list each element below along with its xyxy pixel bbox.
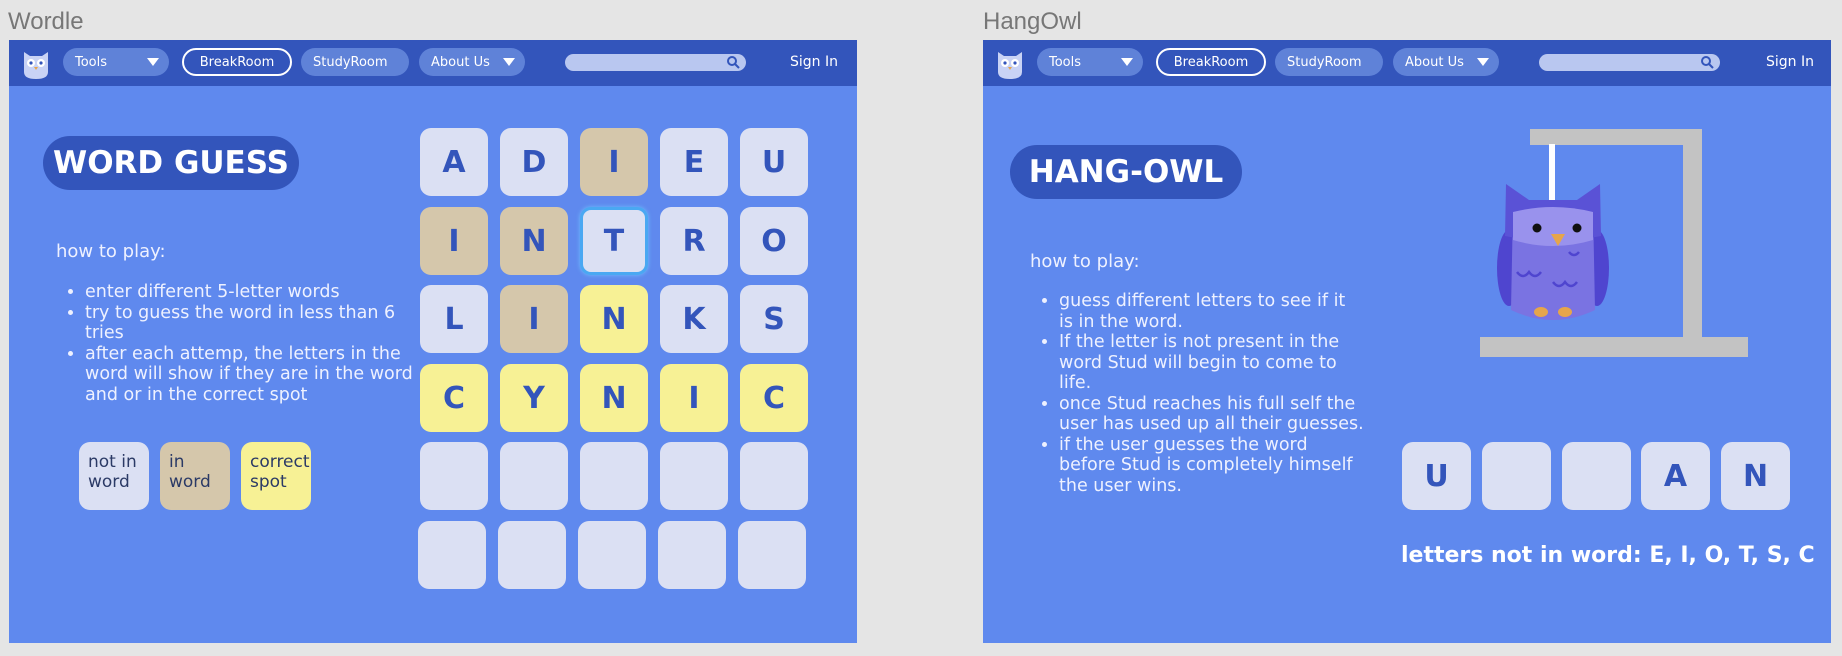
grid-tile-empty: [658, 521, 726, 589]
rule-item: if the user guesses the word before Stud…: [1059, 435, 1364, 497]
about-label: About Us: [1405, 54, 1464, 70]
grid-tile-empty: [420, 442, 488, 510]
search-input[interactable]: [565, 54, 746, 71]
grid-tile: C: [740, 364, 808, 432]
grid-tile-empty: [418, 521, 486, 589]
grid-tile-focused[interactable]: T: [580, 207, 648, 275]
about-dropdown[interactable]: About Us: [419, 48, 525, 76]
grid-tile: I: [580, 128, 648, 196]
chevron-down-icon: [1121, 58, 1133, 66]
gallows-base: [1480, 337, 1748, 357]
frame-label-hangowl: HangOwl: [983, 8, 1082, 35]
grid-tile-empty: [578, 521, 646, 589]
frame-label-wordle: Wordle: [8, 8, 84, 35]
tools-label: Tools: [75, 54, 108, 70]
grid-tile: K: [660, 285, 728, 353]
grid-tile: A: [420, 128, 488, 196]
rule-item: try to guess the word in less than 6 tri…: [85, 303, 415, 344]
gallows-top-beam: [1530, 129, 1702, 145]
breakroom-button[interactable]: BreakRoom: [1156, 48, 1266, 76]
page-title: WORD GUESS: [43, 136, 299, 190]
chevron-down-icon: [1477, 58, 1489, 66]
tools-label: Tools: [1049, 54, 1082, 70]
grid-tile: N: [500, 207, 568, 275]
hangowl-screen: Tools BreakRoom StudyRoom About Us Sign …: [983, 40, 1831, 643]
studyroom-label: StudyRoom: [313, 54, 388, 70]
owl-icon: [1497, 184, 1609, 320]
word-slot: [1562, 442, 1631, 510]
grid-tile: D: [500, 128, 568, 196]
breakroom-label: BreakRoom: [1173, 54, 1249, 70]
search-input[interactable]: [1539, 54, 1720, 71]
grid-tile: I: [660, 364, 728, 432]
navbar: Tools BreakRoom StudyRoom About Us Sign …: [9, 40, 857, 86]
how-to-play-heading: how to play:: [1030, 251, 1140, 272]
navbar: Tools BreakRoom StudyRoom About Us Sign …: [983, 40, 1831, 86]
tools-dropdown[interactable]: Tools: [1037, 48, 1143, 76]
about-label: About Us: [431, 54, 490, 70]
grid-tile-empty: [500, 442, 568, 510]
grid-tile: S: [740, 285, 808, 353]
rule-item: guess different letters to see if it is …: [1059, 291, 1364, 332]
grid-tile: N: [580, 285, 648, 353]
search-icon: [1701, 56, 1714, 69]
grid-tile: L: [420, 285, 488, 353]
rule-item: after each attemp, the letters in the wo…: [85, 344, 415, 406]
page-title: HANG-OWL: [1010, 145, 1242, 199]
owl-logo-icon[interactable]: [995, 46, 1025, 80]
studyroom-button[interactable]: StudyRoom: [1275, 48, 1383, 76]
about-dropdown[interactable]: About Us: [1393, 48, 1499, 76]
tools-dropdown[interactable]: Tools: [63, 48, 169, 76]
legend-correct-spot: correct spot: [241, 442, 311, 510]
letters-not-in-word: letters not in word: E, I, O, T, S, C: [1401, 543, 1815, 568]
breakroom-button[interactable]: BreakRoom: [182, 48, 292, 76]
grid-tile: C: [420, 364, 488, 432]
grid-tile: U: [740, 128, 808, 196]
wordle-screen: Tools BreakRoom StudyRoom About Us Sign …: [9, 40, 857, 643]
rule-item: once Stud reaches his full self the user…: [1059, 394, 1364, 435]
rule-item: If the letter is not present in the word…: [1059, 332, 1364, 394]
grid-tile: I: [420, 207, 488, 275]
grid-tile-empty: [738, 521, 806, 589]
grid-tile-empty: [660, 442, 728, 510]
word-slot: A: [1641, 442, 1710, 510]
grid-tile: Y: [500, 364, 568, 432]
grid-tile-empty: [498, 521, 566, 589]
legend-in-word: in word: [160, 442, 230, 510]
rules-list: enter different 5-letter words try to gu…: [55, 282, 415, 405]
word-slot: N: [1721, 442, 1790, 510]
search-icon: [727, 56, 740, 69]
studyroom-label: StudyRoom: [1287, 54, 1362, 70]
grid-tile: O: [740, 207, 808, 275]
studyroom-button[interactable]: StudyRoom: [301, 48, 409, 76]
word-slot: U: [1402, 442, 1471, 510]
rule-item: enter different 5-letter words: [85, 282, 415, 303]
word-slot: [1482, 442, 1551, 510]
grid-tile: R: [660, 207, 728, 275]
gallows-post: [1683, 129, 1702, 353]
sign-in-link[interactable]: Sign In: [790, 54, 838, 70]
how-to-play-heading: how to play:: [56, 241, 166, 262]
grid-tile: N: [580, 364, 648, 432]
legend-not-in-word: not in word: [79, 442, 149, 510]
owl-logo-icon[interactable]: [21, 46, 51, 80]
grid-tile: E: [660, 128, 728, 196]
breakroom-label: BreakRoom: [199, 54, 275, 70]
chevron-down-icon: [503, 58, 515, 66]
sign-in-link[interactable]: Sign In: [1766, 54, 1814, 70]
gallows-illustration: [1480, 129, 1748, 357]
grid-tile-empty: [580, 442, 648, 510]
grid-tile: I: [500, 285, 568, 353]
rules-list: guess different letters to see if it is …: [1029, 291, 1364, 496]
chevron-down-icon: [147, 58, 159, 66]
grid-tile-empty: [740, 442, 808, 510]
